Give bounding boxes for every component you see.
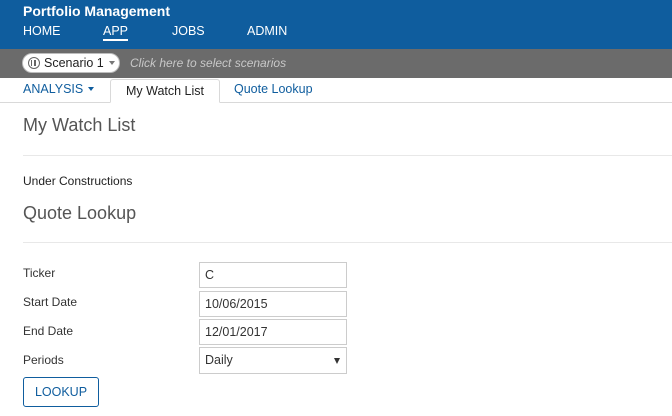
scenario-bar: Scenario 1 Click here to select scenario…	[0, 49, 672, 78]
periods-value: Daily	[205, 353, 233, 367]
nav-jobs[interactable]: JOBS	[172, 24, 205, 38]
scenario-selector[interactable]: Scenario 1	[22, 53, 120, 73]
tab-analysis[interactable]: ANALYSIS	[23, 81, 95, 97]
quote-lookup-heading: Quote Lookup	[23, 203, 137, 223]
ticker-label: Ticker	[23, 266, 56, 280]
chevron-down-icon	[109, 61, 115, 65]
periods-select[interactable]: Daily	[199, 347, 347, 374]
end-date-input[interactable]	[199, 319, 347, 345]
nav-app[interactable]: APP	[103, 24, 129, 41]
top-header: Portfolio Management HOME APP JOBS ADMIN	[0, 0, 672, 49]
divider	[23, 155, 672, 156]
scenario-label: Scenario 1	[44, 56, 104, 70]
start-date-label: Start Date	[23, 295, 78, 309]
under-construction-note: Under Constructions	[23, 174, 133, 188]
nav-home[interactable]: HOME	[23, 24, 61, 38]
scenario-icon	[28, 57, 40, 69]
nav-admin[interactable]: ADMIN	[247, 24, 287, 38]
divider	[23, 242, 672, 243]
chevron-down-icon	[334, 358, 340, 364]
watch-list-heading: My Watch List	[23, 115, 136, 135]
app-title: Portfolio Management	[23, 3, 171, 19]
scenario-hint[interactable]: Click here to select scenarios	[130, 56, 286, 70]
periods-label: Periods	[23, 353, 64, 367]
chevron-down-icon	[88, 87, 95, 91]
tab-bar: ANALYSIS My Watch List Quote Lookup	[0, 78, 672, 103]
tab-analysis-label: ANALYSIS	[23, 82, 84, 96]
start-date-input[interactable]	[199, 291, 347, 317]
tab-quote-lookup[interactable]: Quote Lookup	[234, 81, 313, 97]
tab-my-watch-list[interactable]: My Watch List	[110, 79, 220, 103]
lookup-button[interactable]: LOOKUP	[23, 377, 99, 407]
ticker-input[interactable]	[199, 262, 347, 288]
end-date-label: End Date	[23, 324, 74, 338]
